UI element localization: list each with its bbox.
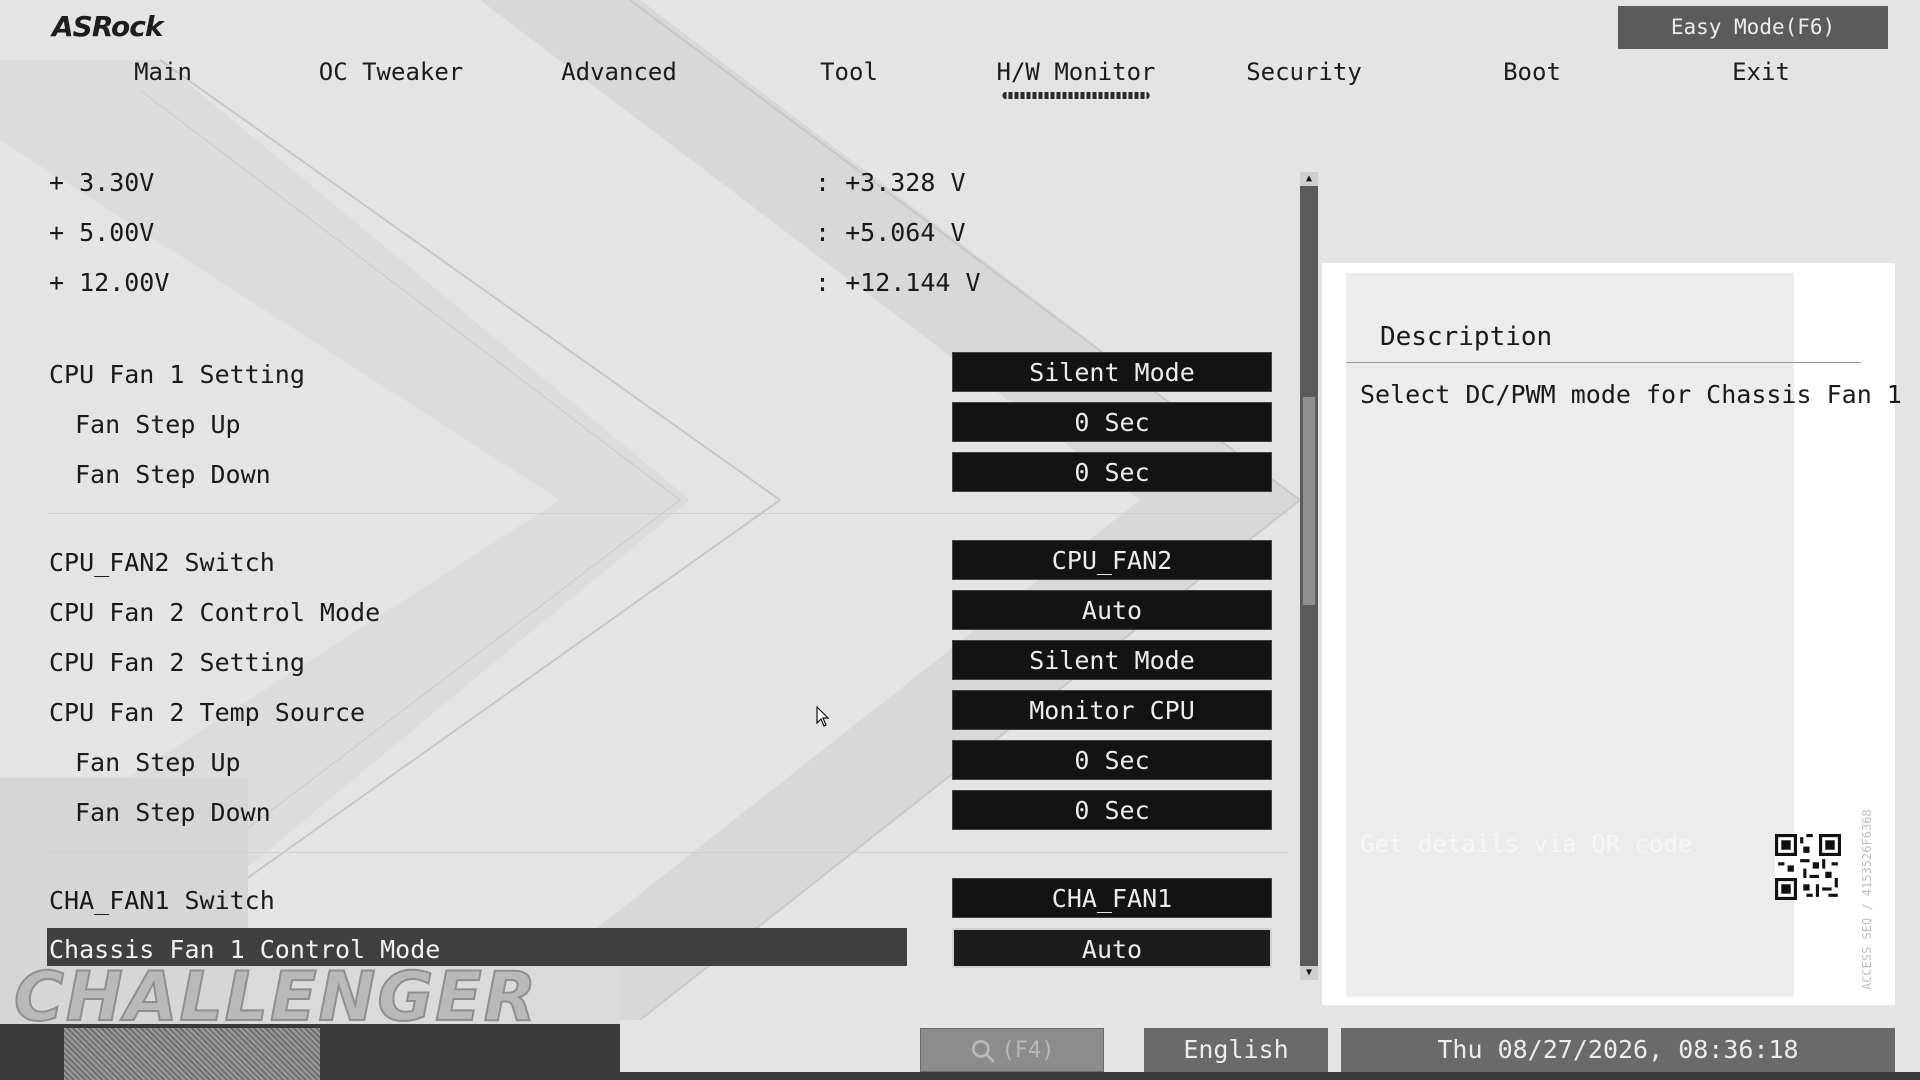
setting-label: CPU Fan 2 Temp Source xyxy=(49,698,366,727)
voltage-row-12v: + 12.00V : +12.144 V xyxy=(0,260,1300,304)
setting-label: CPU Fan 2 Control Mode xyxy=(49,598,381,627)
tab-oc-tweaker[interactable]: OC Tweaker xyxy=(319,58,464,86)
setting-row-cha-fan1-switch[interactable]: CHA_FAN1 Switch CHA_FAN1 xyxy=(0,878,1300,922)
setting-row-fan1-step-down[interactable]: Fan Step Down 0 Sec xyxy=(0,452,1300,496)
group-divider xyxy=(49,513,1289,514)
setting-label: CHA_FAN1 Switch xyxy=(49,886,275,915)
footer-hatch-pattern xyxy=(64,1028,320,1080)
voltage-value: : +12.144 V xyxy=(815,268,981,297)
voltage-row-5v: + 5.00V : +5.064 V xyxy=(0,210,1300,254)
cpu-fan2-control-mode-select[interactable]: Auto xyxy=(952,590,1272,630)
voltage-label: + 12.00V xyxy=(49,268,170,297)
tab-boot[interactable]: Boot xyxy=(1503,58,1561,86)
setting-row-cpu-fan2-switch[interactable]: CPU_FAN2 Switch CPU_FAN2 xyxy=(0,540,1300,584)
setting-label: CPU Fan 2 Setting xyxy=(49,648,305,677)
cpu-fan2-switch-select[interactable]: CPU_FAN2 xyxy=(952,540,1272,580)
description-text: Select DC/PWM mode for Chassis Fan 1 xyxy=(1360,380,1902,409)
setting-row-cpu-fan1-setting[interactable]: CPU Fan 1 Setting Silent Mode xyxy=(0,352,1300,396)
fan2-step-up-select[interactable]: 0 Sec xyxy=(952,740,1272,780)
settings-list: + 3.30V : +3.328 V + 5.00V : +5.064 V + … xyxy=(0,160,1300,980)
search-button[interactable]: (F4) xyxy=(920,1028,1104,1072)
voltage-row-3v3: + 3.30V : +3.328 V xyxy=(0,160,1300,204)
voltage-value: : +5.064 V xyxy=(815,218,966,247)
easy-mode-button[interactable]: Easy Mode(F6) xyxy=(1618,6,1888,49)
voltage-label: + 5.00V xyxy=(49,218,155,247)
footer-strip xyxy=(620,1072,1920,1080)
search-icon xyxy=(971,1039,995,1063)
setting-row-fan2-step-down[interactable]: Fan Step Down 0 Sec xyxy=(0,790,1300,834)
setting-label: Fan Step Up xyxy=(75,410,241,439)
setting-label: CPU Fan 1 Setting xyxy=(49,360,305,389)
qr-code-icon xyxy=(1775,834,1841,900)
setting-row-cpu-fan2-setting[interactable]: CPU Fan 2 Setting Silent Mode xyxy=(0,640,1300,684)
cpu-fan1-setting-select[interactable]: Silent Mode xyxy=(952,352,1272,392)
setting-label: Fan Step Down xyxy=(75,798,271,827)
chassis-fan1-control-mode-select[interactable]: Auto xyxy=(952,928,1272,968)
mouse-cursor-icon xyxy=(816,706,830,727)
tab-hw-monitor[interactable]: H/W Monitor xyxy=(997,58,1155,99)
voltage-value: : +3.328 V xyxy=(815,168,966,197)
scroll-up-arrow-icon[interactable]: ▲ xyxy=(1300,172,1318,186)
cha-fan1-switch-select[interactable]: CHA_FAN1 xyxy=(952,878,1272,918)
setting-label: Fan Step Up xyxy=(75,748,241,777)
tab-tool[interactable]: Tool xyxy=(820,58,878,86)
qr-hint: Get details via QR code xyxy=(1360,830,1693,858)
scrollbar-thumb[interactable] xyxy=(1303,397,1315,605)
fan1-step-down-select[interactable]: 0 Sec xyxy=(952,452,1272,492)
language-button[interactable]: English xyxy=(1144,1028,1328,1072)
setting-label: Fan Step Down xyxy=(75,460,271,489)
fan1-step-up-select[interactable]: 0 Sec xyxy=(952,402,1272,442)
description-divider xyxy=(1346,362,1861,363)
voltage-label: + 3.30V xyxy=(49,168,155,197)
search-shortcut-label: (F4) xyxy=(1001,1038,1055,1063)
setting-row-fan1-step-up[interactable]: Fan Step Up 0 Sec xyxy=(0,402,1300,446)
access-sequence-code: ACCESS SEQ / 4153526F6368 xyxy=(1860,809,1874,990)
tab-exit[interactable]: Exit xyxy=(1732,58,1790,86)
setting-row-cpu-fan2-control-mode[interactable]: CPU Fan 2 Control Mode Auto xyxy=(0,590,1300,634)
datetime-display: Thu 08/27/2026, 08:36:18 xyxy=(1341,1028,1895,1072)
setting-label: CPU_FAN2 Switch xyxy=(49,548,275,577)
description-title: Description xyxy=(1380,322,1553,352)
setting-row-fan2-step-up[interactable]: Fan Step Up 0 Sec xyxy=(0,740,1300,784)
fan2-step-down-select[interactable]: 0 Sec xyxy=(952,790,1272,830)
tab-main[interactable]: Main xyxy=(134,58,192,86)
setting-row-cpu-fan2-temp-source[interactable]: CPU Fan 2 Temp Source Monitor CPU xyxy=(0,690,1300,734)
cpu-fan2-setting-select[interactable]: Silent Mode xyxy=(952,640,1272,680)
main-nav: Main OC Tweaker Advanced Tool H/W Monito… xyxy=(0,58,1920,108)
settings-scrollbar[interactable]: ▲ ▼ xyxy=(1300,172,1318,980)
tab-advanced[interactable]: Advanced xyxy=(561,58,677,86)
cpu-fan2-temp-source-select[interactable]: Monitor CPU xyxy=(952,690,1272,730)
tab-security[interactable]: Security xyxy=(1246,58,1362,86)
asrock-logo: ASRock xyxy=(52,10,163,43)
scroll-down-arrow-icon[interactable]: ▼ xyxy=(1300,966,1318,980)
group-divider xyxy=(49,852,1289,853)
